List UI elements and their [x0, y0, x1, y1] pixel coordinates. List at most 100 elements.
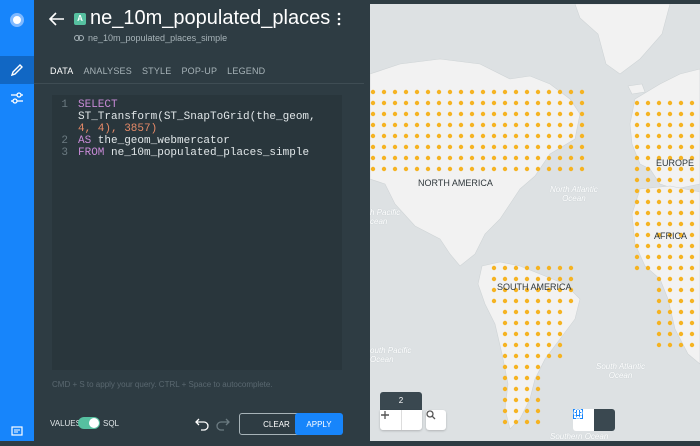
tab-style[interactable]: STYLE — [142, 60, 172, 82]
place-point — [656, 199, 662, 205]
place-point — [535, 331, 541, 337]
place-point — [667, 342, 673, 348]
place-point — [546, 166, 552, 172]
place-point — [656, 254, 662, 260]
zoom-in-button[interactable] — [381, 410, 422, 430]
place-point — [502, 155, 508, 161]
layer-panel: A ne_10m_populated_places_... ne_10m_pop… — [34, 0, 364, 441]
place-point — [403, 166, 409, 172]
map-canvas[interactable]: NORTH AMERICA SOUTH AMERICA EUROPE AFRIC… — [370, 4, 700, 441]
place-point — [425, 89, 431, 95]
place-point — [678, 309, 684, 315]
place-point — [678, 111, 684, 117]
settings-button[interactable] — [0, 84, 34, 112]
source-dataset-link[interactable]: ne_10m_populated_places_simple — [74, 33, 227, 43]
tab-data[interactable]: DATA — [50, 60, 73, 82]
place-point — [579, 100, 585, 106]
place-point — [678, 177, 684, 183]
place-point — [678, 188, 684, 194]
place-point — [524, 397, 530, 403]
place-point — [381, 100, 387, 106]
place-point — [513, 331, 519, 337]
place-point — [579, 166, 585, 172]
place-point — [656, 133, 662, 139]
sql-code: the_geom_webmercator — [91, 135, 230, 147]
place-point — [645, 177, 651, 183]
place-point — [502, 276, 508, 282]
place-point — [513, 298, 519, 304]
sql-editor[interactable]: 1 SELECT ST_Transform(ST_SnapToGrid(the_… — [52, 95, 342, 370]
place-point — [568, 298, 574, 304]
place-point — [381, 144, 387, 150]
place-point — [634, 177, 640, 183]
place-point — [557, 144, 563, 150]
place-point — [524, 386, 530, 392]
place-point — [667, 100, 673, 106]
place-point — [656, 287, 662, 293]
place-point — [656, 210, 662, 216]
place-point — [634, 122, 640, 128]
place-point — [392, 166, 398, 172]
place-point — [656, 111, 662, 117]
place-point — [403, 111, 409, 117]
feedback-button[interactable] — [0, 418, 34, 446]
place-point — [524, 133, 530, 139]
undo-icon[interactable] — [194, 415, 210, 431]
place-point — [546, 100, 552, 106]
place-point — [535, 133, 541, 139]
place-point — [667, 331, 673, 337]
more-options-icon[interactable] — [334, 11, 344, 27]
place-point — [480, 100, 486, 106]
place-point — [535, 309, 541, 315]
place-point — [568, 111, 574, 117]
place-point — [634, 100, 640, 106]
place-point — [414, 166, 420, 172]
place-point — [656, 320, 662, 326]
place-point — [502, 364, 508, 370]
place-point — [634, 199, 640, 205]
place-point — [678, 122, 684, 128]
zoom-level-indicator: 2 — [380, 392, 422, 410]
place-point — [645, 133, 651, 139]
sql-mode-label: SQL — [103, 419, 120, 428]
values-sql-toggle[interactable] — [78, 417, 100, 429]
place-point — [667, 276, 673, 282]
edit-layers-button[interactable] — [0, 56, 34, 84]
apply-button[interactable]: APPLY — [295, 413, 343, 435]
place-point — [535, 155, 541, 161]
place-point — [458, 89, 464, 95]
tab-pop-up[interactable]: POP-UP — [181, 60, 217, 82]
map-search-button[interactable] — [426, 410, 446, 430]
carto-logo-icon[interactable] — [0, 6, 34, 34]
place-point — [689, 254, 695, 260]
place-point — [557, 100, 563, 106]
place-point — [656, 276, 662, 282]
back-arrow-icon[interactable] — [48, 10, 66, 28]
place-point — [513, 419, 519, 425]
place-point — [678, 276, 684, 282]
place-point — [458, 122, 464, 128]
place-point — [535, 111, 541, 117]
place-point — [634, 232, 640, 238]
place-point — [524, 100, 530, 106]
sql-code: ne_10m_populated_places_simple — [104, 147, 310, 159]
tab-analyses[interactable]: ANALYSES — [83, 60, 131, 82]
redo-icon[interactable] — [215, 415, 231, 431]
place-point — [656, 122, 662, 128]
place-point — [678, 287, 684, 293]
place-point — [667, 199, 673, 205]
place-point — [645, 210, 651, 216]
place-point — [579, 155, 585, 161]
place-point — [667, 221, 673, 227]
ocean-north-atlantic: North Atlantic Ocean — [550, 185, 598, 203]
map-view-button[interactable] — [573, 409, 615, 431]
place-point — [645, 232, 651, 238]
place-point — [502, 375, 508, 381]
place-point — [513, 111, 519, 117]
place-point — [557, 122, 563, 128]
place-point — [502, 386, 508, 392]
ocean-suffix: Ocean — [608, 371, 633, 380]
tab-legend[interactable]: LEGEND — [227, 60, 265, 82]
ocean-name: outh Pacific — [370, 346, 412, 355]
layer-title[interactable]: ne_10m_populated_places_... — [90, 7, 330, 30]
